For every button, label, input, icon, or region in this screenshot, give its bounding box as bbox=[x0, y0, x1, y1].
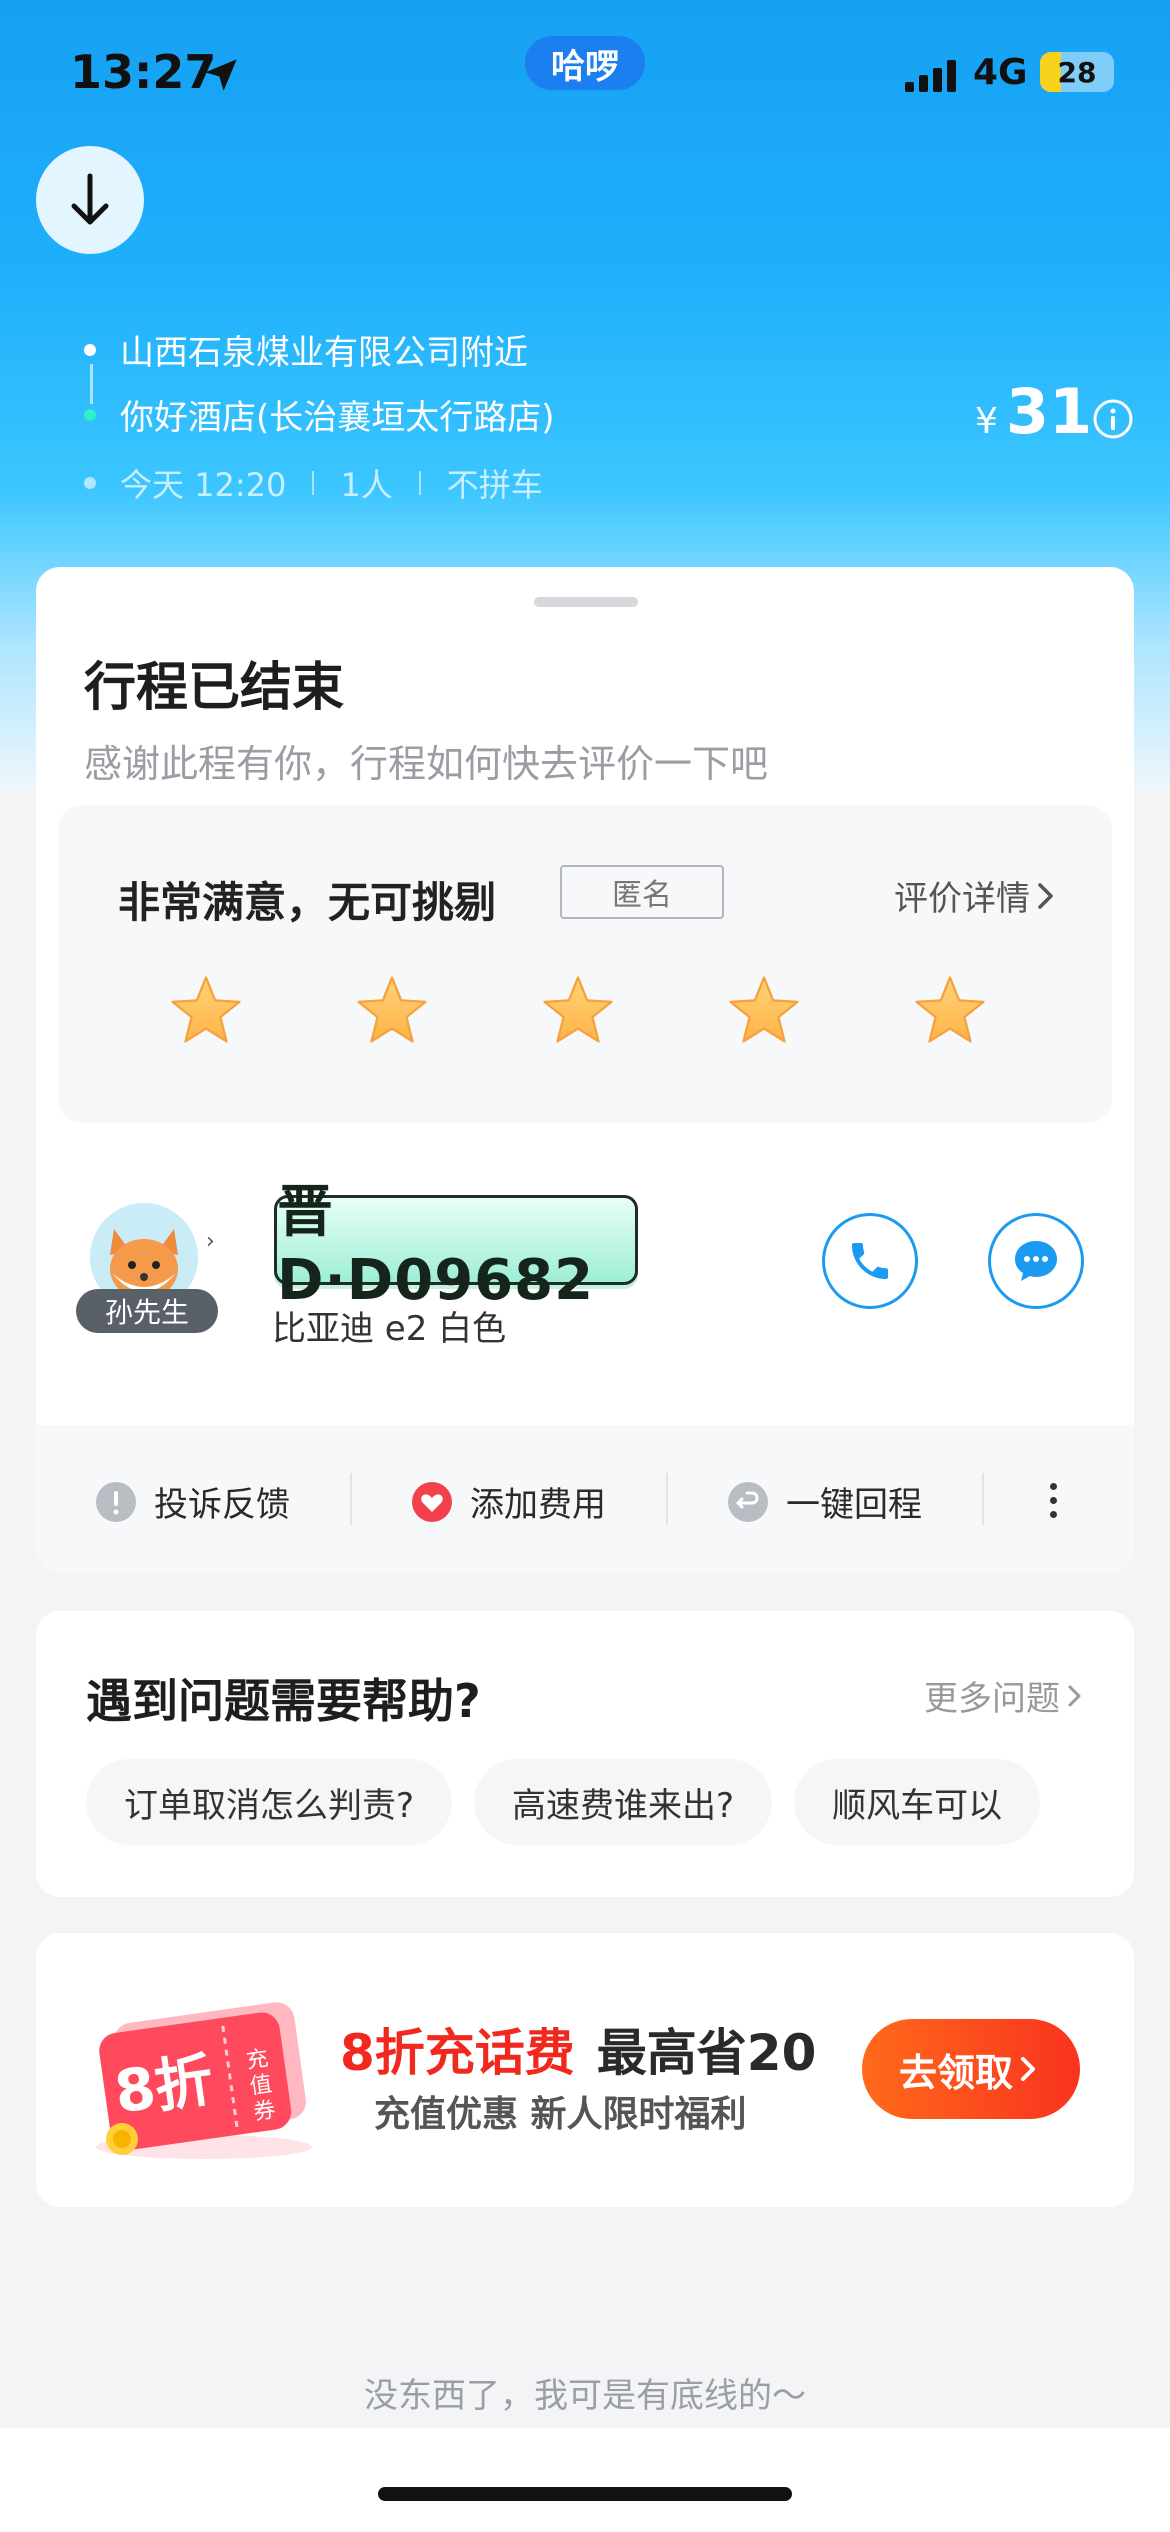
trip-time: 今天 12:20 bbox=[120, 466, 287, 504]
add-fee-button[interactable]: 添加费用 bbox=[412, 1477, 606, 1526]
destination-text: 你好酒店(长治襄垣太行路店) bbox=[120, 398, 555, 438]
heart-icon bbox=[412, 1481, 452, 1522]
info-icon[interactable] bbox=[1092, 398, 1134, 440]
action-label: 添加费用 bbox=[470, 1485, 606, 1525]
home-indicator[interactable] bbox=[378, 2487, 792, 2501]
collapse-down-button[interactable] bbox=[36, 146, 144, 254]
chat-bubble-icon bbox=[1015, 1241, 1057, 1281]
discount-ticket-icon: 8折 充值券 bbox=[84, 1999, 324, 2163]
status-time: 13:27 bbox=[70, 45, 217, 99]
promo-card[interactable]: 8折 充值券 8折充话费 最高省20 充值优惠 新人限时福利 去领取 bbox=[36, 1933, 1134, 2207]
network-type: 4G bbox=[973, 52, 1028, 93]
rating-panel: 非常满意，无可挑剔 匿名 评价详情 bbox=[58, 805, 1112, 1123]
claim-button[interactable]: 去领取 bbox=[862, 2019, 1080, 2119]
one-click-return-button[interactable]: 一键回程 bbox=[728, 1477, 922, 1526]
star-icon[interactable] bbox=[168, 973, 244, 1049]
trip-passengers: 1人 bbox=[340, 466, 393, 504]
trip-price[interactable]: ¥ 31 bbox=[975, 375, 1092, 448]
rating-detail-label: 评价详情 bbox=[894, 879, 1030, 919]
faq-chips: 订单取消怎么判责? 高速费谁来出? 顺风车可以 bbox=[86, 1759, 1120, 1849]
bottom-safe-area bbox=[0, 2428, 1170, 2532]
promo-headline: 8折充话费 最高省20 bbox=[340, 2013, 816, 2085]
promo-headline-dark: 最高省20 bbox=[596, 2024, 817, 2082]
trip-meta: 今天 12:20 1人 不拼车 bbox=[84, 460, 543, 506]
faq-chip[interactable]: 订单取消怎么判责? bbox=[86, 1759, 453, 1845]
more-options-icon[interactable] bbox=[1050, 1483, 1060, 1518]
ticket-discount-text: 8折 bbox=[110, 2045, 218, 2127]
trip-summary-card: 行程已结束 感谢此程有你，行程如何快去评价一下吧 非常满意，无可挑剔 匿名 评价… bbox=[36, 567, 1134, 1573]
divider bbox=[418, 471, 421, 495]
message-driver-button[interactable] bbox=[988, 1213, 1084, 1309]
meta-dot-icon bbox=[84, 477, 96, 489]
driver-name: 孙先生 bbox=[76, 1289, 218, 1333]
chevron-right-icon bbox=[1021, 2057, 1035, 2081]
action-bar: 投诉反馈 添加费用 一键回程 bbox=[36, 1425, 1134, 1573]
car-info: 比亚迪 e2 白色 bbox=[272, 1309, 507, 1349]
avatar-chevron-icon: › bbox=[206, 1229, 215, 1254]
call-driver-button[interactable] bbox=[822, 1213, 918, 1309]
trip-status-subtitle: 感谢此程有你，行程如何快去评价一下吧 bbox=[84, 742, 769, 786]
battery-icon: 28 bbox=[1040, 52, 1114, 92]
star-icon[interactable] bbox=[354, 973, 430, 1049]
destination-dot-icon bbox=[84, 408, 96, 421]
origin-text: 山西石泉煤业有限公司附近 bbox=[120, 333, 528, 373]
battery-percent: 28 bbox=[1057, 55, 1097, 89]
route-destination: 你好酒店(长治襄垣太行路店) bbox=[84, 390, 555, 439]
action-label: 投诉反馈 bbox=[154, 1485, 290, 1525]
more-questions-link[interactable]: 更多问题 bbox=[924, 1671, 1088, 1720]
route-origin: 山西石泉煤业有限公司附近 bbox=[84, 325, 528, 374]
rating-detail-link[interactable]: 评价详情 bbox=[894, 871, 1060, 920]
phone-icon bbox=[852, 1243, 888, 1279]
star-icon[interactable] bbox=[540, 973, 616, 1049]
price-symbol: ¥ bbox=[975, 401, 998, 442]
more-questions-label: 更多问题 bbox=[924, 1679, 1060, 1719]
return-arrow-icon bbox=[728, 1481, 768, 1522]
help-title: 遇到问题需要帮助? bbox=[86, 1674, 481, 1728]
divider bbox=[982, 1473, 984, 1525]
faq-chip[interactable]: 顺风车可以 bbox=[794, 1759, 1041, 1845]
license-plate: 晋D·D09682 bbox=[274, 1180, 638, 1313]
price-value: 31 bbox=[1005, 375, 1093, 448]
claim-button-label: 去领取 bbox=[898, 2050, 1013, 2095]
star-icon[interactable] bbox=[726, 973, 802, 1049]
chevron-right-icon bbox=[1068, 1685, 1081, 1706]
app-name-pill: 哈啰 bbox=[525, 36, 645, 90]
trip-carpool: 不拼车 bbox=[446, 466, 543, 504]
promo-headline-red: 8折充话费 bbox=[340, 2024, 575, 2082]
star-rating[interactable] bbox=[168, 973, 988, 1049]
exclamation-icon bbox=[96, 1481, 136, 1522]
promo-subline: 充值优惠 新人限时福利 bbox=[374, 2094, 747, 2135]
divider bbox=[666, 1473, 668, 1525]
status-bar: 13:27 哈啰 4G 28 bbox=[0, 0, 1170, 140]
divider bbox=[312, 471, 315, 495]
chevron-right-icon bbox=[1038, 882, 1053, 909]
complaint-feedback-button[interactable]: 投诉反馈 bbox=[96, 1477, 290, 1526]
rating-text: 非常满意，无可挑剔 bbox=[118, 878, 497, 927]
cellular-signal-icon bbox=[905, 60, 956, 92]
arrow-down-icon bbox=[71, 173, 109, 225]
divider bbox=[350, 1473, 352, 1525]
faq-chip[interactable]: 高速费谁来出? bbox=[474, 1759, 773, 1845]
star-icon[interactable] bbox=[912, 973, 988, 1049]
drag-handle[interactable] bbox=[534, 597, 638, 607]
trip-status-title: 行程已结束 bbox=[84, 658, 345, 718]
end-of-list-text: 没东西了，我可是有底线的～ bbox=[364, 2376, 806, 2416]
anonymous-tag: 匿名 bbox=[560, 865, 724, 919]
help-card: 遇到问题需要帮助? 更多问题 订单取消怎么判责? 高速费谁来出? 顺风车可以 bbox=[36, 1611, 1134, 1897]
location-arrow-icon bbox=[205, 59, 237, 91]
origin-dot-icon bbox=[84, 343, 96, 356]
action-label: 一键回程 bbox=[786, 1485, 922, 1525]
